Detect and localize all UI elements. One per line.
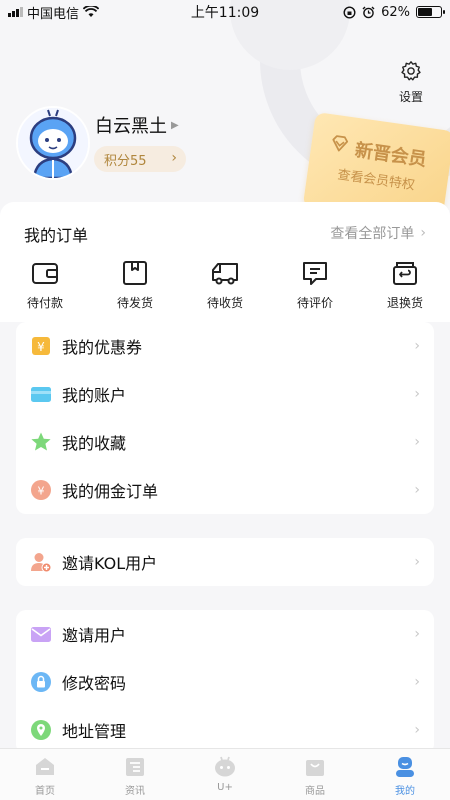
menu-item-invite-users[interactable]: 邀请用户 › — [16, 610, 434, 658]
order-pending-review[interactable]: 待评价 — [270, 258, 360, 311]
package-icon — [123, 261, 147, 285]
commission-icon: ¥ — [31, 480, 51, 500]
menu-label: 邀请用户 — [62, 626, 127, 645]
tab-mine[interactable]: 我的 — [360, 749, 450, 800]
menu-item-coupons[interactable]: ¥ 我的优惠券 › — [16, 322, 434, 370]
chevron-right-icon: › — [414, 386, 420, 402]
comment-icon — [303, 262, 327, 285]
order-status-row: 待付款 待发货 待收货 待评价 退换货 — [0, 258, 450, 311]
caret-right-icon: ▶ — [171, 119, 179, 131]
order-label: 退换货 — [386, 296, 423, 310]
menu-group-wallet: ¥ 我的优惠券 › 我的账户 › 我的收藏 › ¥ 我的佣金订单 › — [16, 322, 434, 514]
chevron-right-icon: › — [414, 482, 420, 498]
truck-icon — [212, 263, 238, 285]
signal-icon — [8, 7, 23, 17]
tab-label: U+ — [217, 782, 233, 793]
avatar[interactable] — [16, 106, 90, 180]
order-pending-receipt[interactable]: 待收货 — [180, 258, 270, 311]
chevron-right-icon: › — [414, 626, 420, 642]
star-icon — [31, 432, 51, 451]
chevron-right-icon: › — [420, 225, 426, 241]
order-label: 待发货 — [116, 296, 153, 310]
menu-label: 我的优惠券 — [62, 338, 143, 357]
username-text: 白云黑土 — [95, 116, 167, 137]
gear-icon — [401, 61, 421, 81]
chevron-right-icon: › — [414, 338, 420, 354]
order-label: 待付款 — [26, 296, 63, 310]
order-pending-payment[interactable]: 待付款 — [0, 258, 90, 311]
menu-item-favorites[interactable]: 我的收藏 › — [16, 418, 434, 466]
order-label: 待收货 — [206, 296, 243, 310]
battery-percent: 62% — [381, 4, 410, 20]
bag-icon — [306, 760, 324, 776]
menu-item-invite-kol[interactable]: 邀请KOL用户 › — [16, 538, 434, 586]
order-pending-shipment[interactable]: 待发货 — [90, 258, 180, 311]
chevron-right-icon: › — [414, 434, 420, 450]
points-badge[interactable]: 积分55 › — [94, 146, 186, 172]
robot-avatar-icon — [18, 108, 88, 178]
tab-label: 商品 — [305, 786, 325, 797]
card-icon — [31, 387, 51, 402]
news-icon — [126, 758, 144, 776]
alarm-icon — [362, 6, 375, 18]
points-label: 积分55 — [104, 153, 147, 169]
chevron-right-icon: › — [414, 554, 420, 570]
menu-item-commission-orders[interactable]: ¥ 我的佣金订单 › — [16, 466, 434, 514]
settings-label: 设置 — [398, 90, 423, 104]
carrier-label: 中国电信 — [27, 6, 80, 22]
view-all-orders-link[interactable]: 查看全部订单 › — [330, 223, 426, 243]
profile-icon — [396, 757, 414, 777]
order-return-exchange[interactable]: 退换货 — [360, 258, 450, 311]
svg-text:¥: ¥ — [38, 485, 45, 498]
robot-icon — [215, 756, 235, 777]
tab-label: 我的 — [395, 786, 415, 797]
settings-button[interactable]: 设置 — [396, 60, 426, 105]
menu-item-address[interactable]: 地址管理 › — [16, 706, 434, 754]
menu-label: 邀请KOL用户 — [62, 554, 158, 573]
menu-label: 我的收藏 — [62, 434, 127, 453]
invite-kol-icon — [31, 553, 52, 573]
username[interactable]: 白云黑土 ▶ — [95, 112, 179, 138]
view-all-orders-label: 查看全部订单 — [330, 226, 415, 242]
tab-news[interactable]: 资讯 — [90, 749, 180, 800]
coupon-icon: ¥ — [32, 337, 50, 355]
envelope-icon — [31, 627, 51, 642]
tab-home[interactable]: 首页 — [0, 749, 90, 800]
location-icon — [31, 720, 51, 740]
tab-label: 资讯 — [125, 786, 145, 797]
menu-group-kol: 邀请KOL用户 › — [16, 538, 434, 586]
tab-u-plus[interactable]: U+ — [180, 749, 270, 800]
diamond-icon — [332, 135, 349, 152]
menu-label: 我的账户 — [62, 386, 127, 405]
wifi-icon — [83, 6, 100, 17]
orientation-lock-icon — [343, 5, 356, 19]
svg-text:¥: ¥ — [37, 340, 45, 354]
chevron-right-icon: › — [414, 674, 420, 690]
orders-title: 我的订单 — [24, 226, 89, 245]
chevron-right-icon: › — [414, 722, 420, 738]
lock-icon — [31, 672, 51, 692]
battery-icon — [416, 6, 445, 18]
tab-products[interactable]: 商品 — [270, 749, 360, 800]
profile-page: 中国电信 上午11:09 62% 设置 白云黑土 ▶ 积分55 › 新晋会员 查… — [0, 0, 450, 800]
tab-bar: 首页 资讯 U+ 商品 我的 — [0, 748, 450, 800]
return-box-icon — [393, 262, 417, 285]
menu-label: 我的佣金订单 — [62, 482, 159, 501]
menu-item-account[interactable]: 我的账户 › — [16, 370, 434, 418]
menu-group-account: 邀请用户 › 修改密码 › 地址管理 › — [16, 610, 434, 754]
status-bar: 中国电信 上午11:09 62% — [0, 0, 450, 24]
home-icon — [36, 758, 54, 775]
chevron-right-icon: › — [171, 150, 177, 166]
menu-label: 修改密码 — [62, 674, 127, 693]
order-label: 待评价 — [296, 296, 333, 310]
wallet-icon — [32, 263, 58, 284]
menu-item-change-password[interactable]: 修改密码 › — [16, 658, 434, 706]
menu-label: 地址管理 — [62, 722, 127, 741]
tab-label: 首页 — [35, 786, 55, 797]
